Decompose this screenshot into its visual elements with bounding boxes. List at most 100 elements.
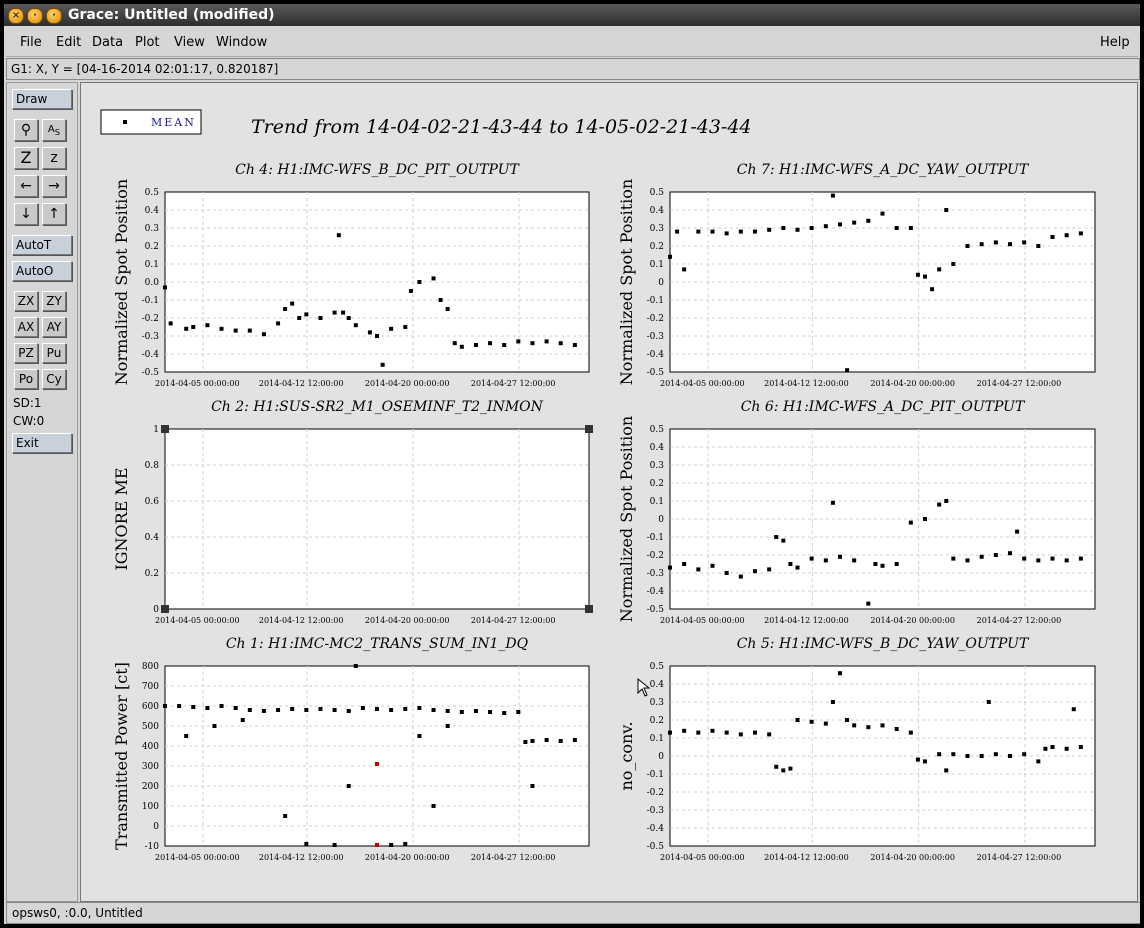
draw-button[interactable]: Draw [12,89,72,109]
chart-panel-5[interactable]: 800 700 600 500 400 300 200 100 0 -102014-04-05 0… [112,636,590,862]
x-tick-label: 2014-04-27 12:00:00 [977,379,1062,388]
right-arrow-icon[interactable]: → [42,175,66,197]
data-point [894,562,899,566]
data-point [403,842,408,846]
data-point [544,339,549,344]
chart-panel-1[interactable]: 0.50.40.30.20.10.0-0.1-0.2-0.3-0.4-0.520… [112,162,590,388]
selection-handle[interactable] [585,605,593,613]
x-tick-label: 2014-04-05 00:00:00 [155,379,240,388]
plot-canvas[interactable]: MEAN Trend from 14-04-02-21-43-44 to 14-… [80,82,1138,902]
y-tick-label: -0.2 [142,314,159,324]
selection-handle[interactable] [161,425,169,433]
selection-handle[interactable] [161,605,169,613]
chart-title: Ch 1: H1:IMC-MC2_TRANS_SUM_IN1_DQ [226,636,529,652]
menu-data[interactable]: Data [92,35,123,50]
chart-panel-6[interactable]: 0.50.40.30.20.10-0.1-0.2-0.3-0.4-0.52014… [617,636,1096,862]
data-point [290,707,295,711]
close-icon[interactable]: × [8,8,24,24]
minimize-icon[interactable]: · [27,8,43,24]
chart-panel-3[interactable]: 1 0.8 0.6 0.4 0.2 02014-04-05 00:00:00 2014-04… [112,399,593,625]
x-tick-label: 2014-04-20 00:00:00 [870,616,955,625]
autot-button[interactable]: AutoT [12,235,72,255]
cy-button[interactable]: Cy [42,369,66,389]
data-point [1050,745,1055,749]
data-point [908,520,913,525]
down-arrow-icon[interactable]: ↓ [14,203,38,225]
pz-button[interactable]: PZ [14,343,38,363]
autoscale-text-icon[interactable]: AS [42,119,66,141]
data-point [809,226,814,230]
y-tick-label: -10 [145,842,160,852]
data-point [445,307,450,311]
zy-button[interactable]: ZY [42,291,66,311]
data-point [431,708,436,712]
data-point [724,730,729,735]
menu-plot[interactable]: Plot [135,35,160,50]
autoo-button[interactable]: AutoO [12,261,72,281]
chart-panel-2[interactable]: 0.50.40.30.20.10-0.1-0.2-0.3-0.4-0.52014… [617,162,1096,388]
zoom-out-icon[interactable]: z [42,147,66,169]
data-point [724,231,729,236]
data-point [502,343,507,347]
data-point [738,574,743,579]
data-point [163,285,167,290]
menu-file[interactable]: File [20,35,42,50]
zoom-icon[interactable]: ⚲ [14,119,38,141]
main-title: Trend from 14-04-02-21-43-44 to 14-05-02… [251,116,752,138]
data-point [488,341,493,346]
y-tick-label: 0 [153,605,159,615]
data-point [219,326,224,331]
x-tick-label: 2014-04-27 12:00:00 [471,853,556,862]
po-button[interactable]: Po [14,369,38,389]
y-axis-label: no_conv. [617,721,636,790]
data-point [830,700,835,704]
x-tick-label: 2014-04-05 00:00:00 [660,379,745,388]
up-arrow-icon[interactable]: ↑ [42,203,66,225]
data-point [795,227,800,232]
data-point [336,233,341,238]
data-point [184,326,189,331]
y-tick-label: -0.5 [142,368,160,378]
x-tick-label: 2014-04-20 00:00:00 [870,379,955,388]
data-point [767,732,772,737]
maximize-icon[interactable]: · [46,8,62,24]
data-point [993,240,998,245]
x-tick-label: 2014-04-12 12:00:00 [259,853,344,862]
data-point [1050,556,1055,561]
data-point [1043,746,1048,751]
y-tick-label: 0.4 [650,206,665,216]
data-point [403,325,408,329]
data-point [675,229,680,234]
data-point [233,706,238,710]
data-point [572,738,577,742]
data-point [191,705,196,709]
data-point [894,226,899,230]
menu-window[interactable]: Window [216,35,267,50]
zx-button[interactable]: ZX [14,291,38,311]
y-tick-label: 1 [153,425,159,435]
data-point [163,704,167,708]
plot-svg[interactable]: MEAN Trend from 14-04-02-21-43-44 to 14-… [81,83,1137,901]
data-point [353,323,358,328]
data-point [668,730,672,735]
menu-edit[interactable]: Edit [56,35,81,50]
left-arrow-icon[interactable]: ← [14,175,38,197]
menu-help[interactable]: Help [1100,35,1130,50]
ax-button[interactable]: AX [14,317,38,337]
chart-title: Ch 6: H1:IMC-WFS_A_DC_PIT_OUTPUT [741,399,1026,415]
selection-handle[interactable] [585,425,593,433]
data-point [738,229,743,234]
exit-button[interactable]: Exit [12,433,72,453]
pu-button[interactable]: Pu [42,343,66,363]
menu-view[interactable]: View [174,35,205,50]
ay-button[interactable]: AY [42,317,66,337]
chart-panel-4[interactable]: 0.50.40.30.20.10-0.1-0.2-0.3-0.4-0.52014… [617,399,1096,625]
y-tick-label: 0.1 [650,497,664,507]
zoom-in-icon[interactable]: Z [14,147,38,169]
data-point [781,538,786,543]
data-point [1022,752,1027,757]
y-tick-label: 500 [142,722,159,732]
data-point [318,707,323,711]
data-point [781,768,786,773]
data-point [668,254,672,259]
